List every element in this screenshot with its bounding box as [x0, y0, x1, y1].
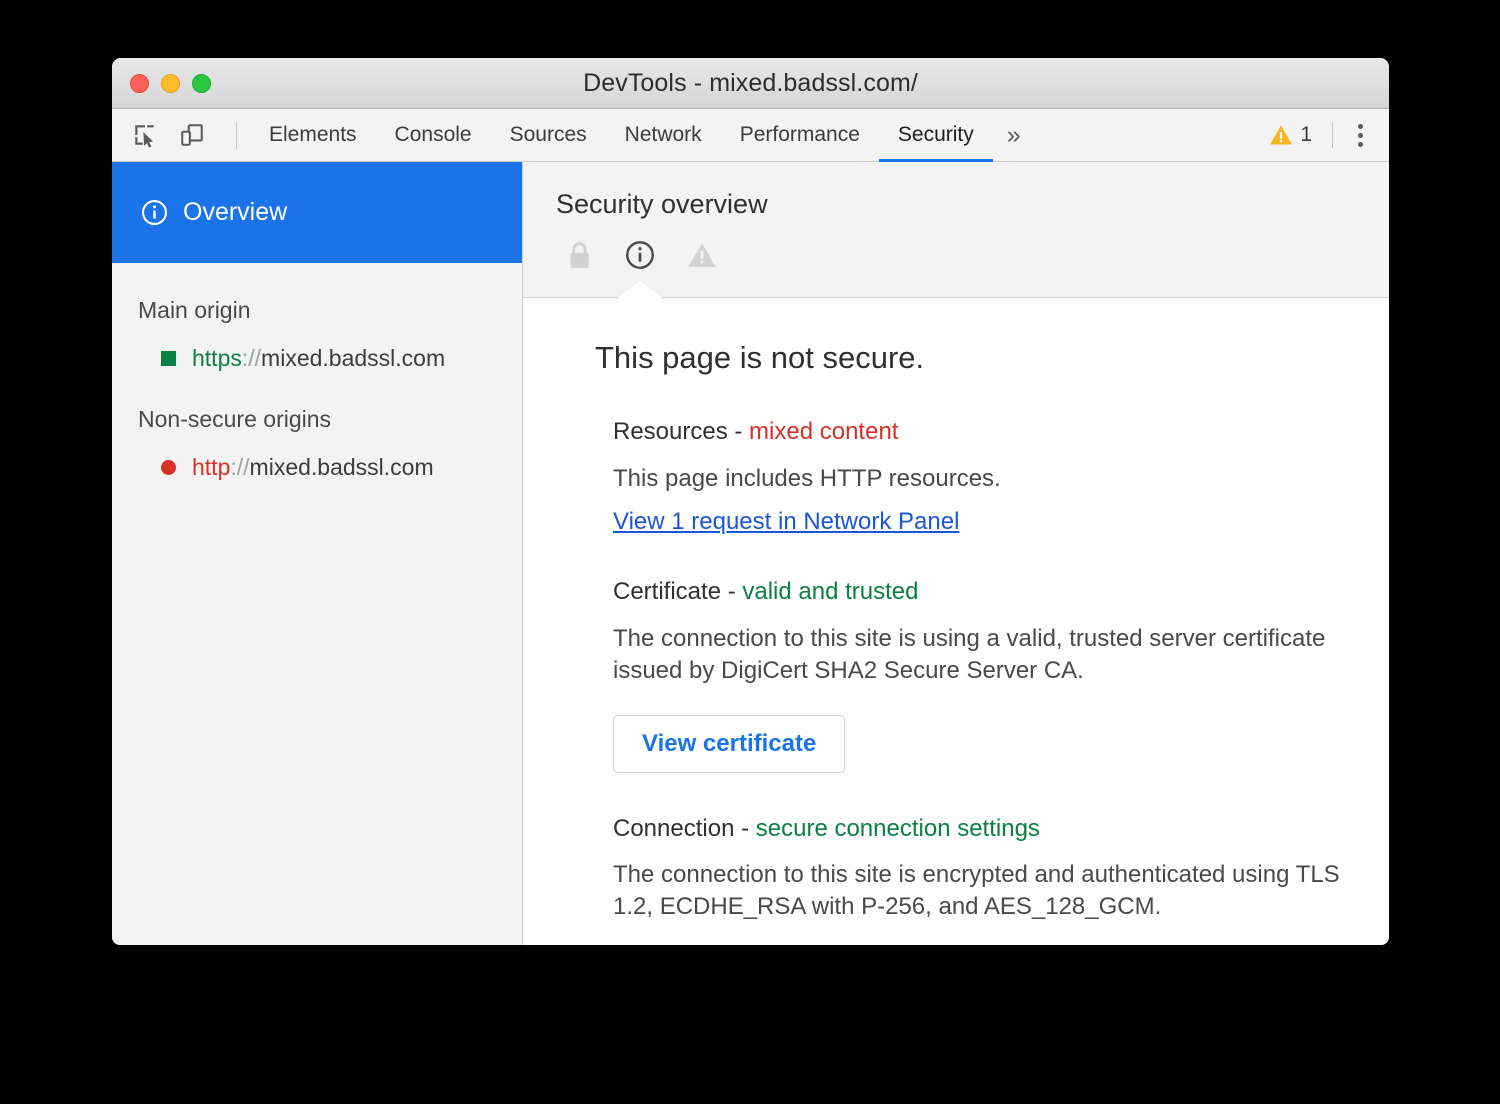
- section-description: The connection to this site is using a v…: [613, 623, 1349, 686]
- window-titlebar: DevTools - mixed.badssl.com/: [112, 58, 1389, 109]
- kebab-menu-button[interactable]: [1345, 118, 1375, 152]
- section-status: valid and trusted: [742, 578, 918, 605]
- security-main-panel: Security overview: [523, 162, 1389, 945]
- info-circle-icon[interactable]: [625, 240, 655, 270]
- origin-group-nonsecure-title: Non-secure origins: [138, 406, 522, 433]
- kebab-dot: [1358, 142, 1363, 147]
- origin-scheme: https: [192, 345, 242, 371]
- tab-security[interactable]: Security: [879, 109, 993, 161]
- section-heading: Resources - mixed content: [613, 418, 1349, 447]
- origin-separator: ://: [242, 345, 261, 371]
- toolbar-divider-right: [1332, 122, 1333, 148]
- section-body: Resources - mixed content This page incl…: [613, 418, 1349, 536]
- section-description: This page includes HTTP resources.: [613, 463, 1349, 495]
- origin-url: https://mixed.badssl.com: [192, 345, 445, 372]
- lock-icon[interactable]: [566, 240, 593, 270]
- origin-host: mixed.badssl.com: [261, 345, 445, 371]
- toolbar-left-icons: [112, 109, 250, 161]
- section-status: mixed content: [749, 418, 898, 445]
- section-bullet: [563, 815, 613, 937]
- origin-group-main-title: Main origin: [138, 297, 522, 324]
- section-body: Certificate - valid and trusted The conn…: [613, 578, 1349, 772]
- origin-separator: ://: [230, 454, 249, 480]
- section-description: The connection to this site is encrypted…: [613, 859, 1349, 922]
- kebab-dot: [1358, 133, 1363, 138]
- insecure-status-chip-icon: [161, 460, 176, 475]
- devtools-toolbar: Elements Console Sources Network Perform…: [112, 109, 1389, 162]
- device-toolbar-button[interactable]: [175, 118, 209, 152]
- view-requests-link[interactable]: View 1 request in Network Panel: [613, 508, 959, 536]
- origin-url: http://mixed.badssl.com: [192, 454, 434, 481]
- tab-elements[interactable]: Elements: [250, 109, 376, 161]
- panel-tabs: Elements Console Sources Network Perform…: [250, 109, 1033, 161]
- more-tabs-button[interactable]: »: [993, 109, 1033, 161]
- section-certificate: Certificate - valid and trusted The conn…: [563, 578, 1349, 772]
- tab-console[interactable]: Console: [376, 109, 491, 161]
- warning-triangle-icon[interactable]: [687, 241, 717, 269]
- security-state-icons: [556, 240, 1389, 270]
- section-heading-label: Connection -: [613, 815, 756, 842]
- origin-item-http[interactable]: http://mixed.badssl.com: [138, 454, 522, 481]
- section-connection: Connection - secure connection settings …: [563, 815, 1349, 937]
- warning-indicator[interactable]: 1: [1263, 123, 1318, 147]
- window-title: DevTools - mixed.badssl.com/: [112, 58, 1389, 109]
- section-body: Connection - secure connection settings …: [613, 815, 1349, 937]
- security-panel-header: Security overview: [523, 162, 1389, 298]
- section-heading: Connection - secure connection settings: [613, 815, 1349, 844]
- section-heading-label: Resources -: [613, 418, 749, 445]
- devtools-body: Overview Main origin https://mixed.badss…: [112, 162, 1389, 945]
- sidebar-item-overview[interactable]: Overview: [112, 162, 522, 263]
- section-bullet: [563, 578, 613, 772]
- info-circle-icon: [141, 199, 168, 226]
- section-resources: Resources - mixed content This page incl…: [563, 418, 1349, 536]
- security-overview-content: This page is not secure. Resources - mix…: [523, 298, 1389, 945]
- warning-triangle-icon: [1269, 124, 1293, 146]
- origin-group-nonsecure: Non-secure origins http://mixed.badssl.c…: [112, 406, 522, 481]
- sidebar-item-overview-label: Overview: [183, 198, 287, 227]
- tab-network[interactable]: Network: [606, 109, 721, 161]
- view-certificate-button[interactable]: View certificate: [613, 715, 845, 773]
- inspect-element-icon: [132, 122, 158, 148]
- devtools-window: DevTools - mixed.badssl.com/ El: [112, 58, 1389, 945]
- origin-group-main: Main origin https://mixed.badssl.com: [112, 297, 522, 372]
- section-heading: Certificate - valid and trusted: [613, 578, 1349, 607]
- security-sidebar: Overview Main origin https://mixed.badss…: [112, 162, 523, 945]
- page-title: Security overview: [556, 189, 1389, 220]
- toolbar-right-group: 1: [1263, 109, 1389, 161]
- section-bullet: [563, 418, 613, 536]
- tab-sources[interactable]: Sources: [491, 109, 606, 161]
- section-heading-label: Certificate -: [613, 578, 742, 605]
- security-summary-title: This page is not secure.: [595, 340, 1349, 376]
- device-toolbar-icon: [179, 122, 205, 148]
- section-status: secure connection settings: [756, 815, 1040, 842]
- origin-host: mixed.badssl.com: [250, 454, 434, 480]
- secure-status-chip-icon: [161, 351, 176, 366]
- origin-scheme: http: [192, 454, 230, 480]
- inspect-element-button[interactable]: [128, 118, 162, 152]
- active-state-pointer: [618, 281, 662, 298]
- kebab-dot: [1358, 124, 1363, 129]
- toolbar-divider: [236, 122, 237, 149]
- origin-item-https[interactable]: https://mixed.badssl.com: [138, 345, 522, 372]
- warning-count: 1: [1300, 123, 1312, 147]
- tab-performance[interactable]: Performance: [721, 109, 879, 161]
